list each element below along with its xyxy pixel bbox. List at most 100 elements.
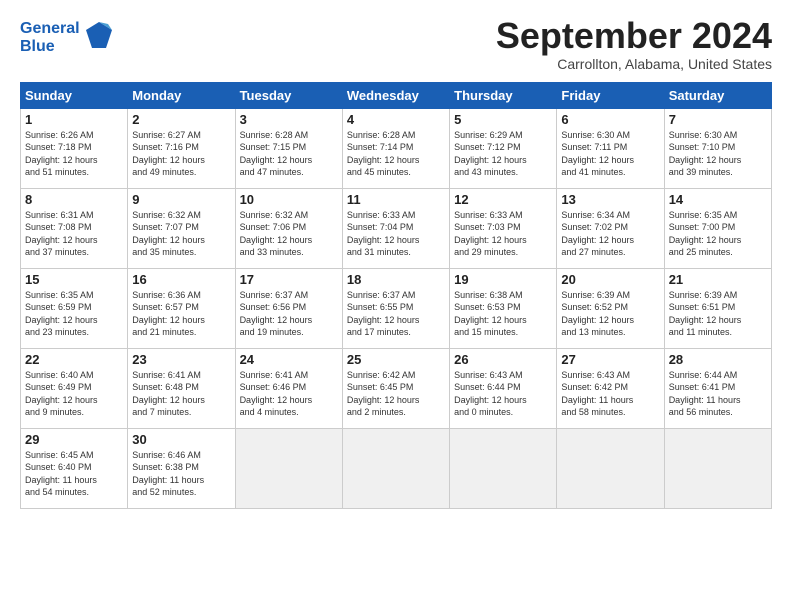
day-info: Sunrise: 6:27 AM Sunset: 7:16 PM Dayligh… [132, 129, 230, 179]
day-info: Sunrise: 6:36 AM Sunset: 6:57 PM Dayligh… [132, 289, 230, 339]
calendar-cell: 22 Sunrise: 6:40 AM Sunset: 6:49 PM Dayli… [21, 348, 128, 428]
calendar-cell: 17 Sunrise: 6:37 AM Sunset: 6:56 PM Dayli… [235, 268, 342, 348]
day-number: 2 [132, 112, 230, 127]
day-number: 24 [240, 352, 338, 367]
day-info: Sunrise: 6:39 AM Sunset: 6:51 PM Dayligh… [669, 289, 767, 339]
month-title: September 2024 [496, 16, 772, 56]
location: Carrollton, Alabama, United States [496, 56, 772, 72]
calendar-table: SundayMondayTuesdayWednesdayThursdayFrid… [20, 82, 772, 509]
calendar-cell: 24 Sunrise: 6:41 AM Sunset: 6:46 PM Dayli… [235, 348, 342, 428]
day-info: Sunrise: 6:35 AM Sunset: 6:59 PM Dayligh… [25, 289, 123, 339]
day-info: Sunrise: 6:40 AM Sunset: 6:49 PM Dayligh… [25, 369, 123, 419]
day-number: 18 [347, 272, 445, 287]
day-info: Sunrise: 6:31 AM Sunset: 7:08 PM Dayligh… [25, 209, 123, 259]
calendar-cell: 15 Sunrise: 6:35 AM Sunset: 6:59 PM Dayli… [21, 268, 128, 348]
weekday-header-wednesday: Wednesday [342, 82, 449, 108]
calendar-cell: 8 Sunrise: 6:31 AM Sunset: 7:08 PM Daylig… [21, 188, 128, 268]
calendar-cell: 26Sunrise: 6:43 AM Sunset: 6:44 PM Dayli… [450, 348, 557, 428]
day-number: 27 [561, 352, 659, 367]
weekday-header-monday: Monday [128, 82, 235, 108]
day-info: Sunrise: 6:46 AM Sunset: 6:38 PM Dayligh… [132, 449, 230, 499]
calendar-cell [664, 428, 771, 508]
logo-blue: Blue [20, 38, 80, 56]
day-number: 15 [25, 272, 123, 287]
day-info: Sunrise: 6:30 AM Sunset: 7:10 PM Dayligh… [669, 129, 767, 179]
day-info: Sunrise: 6:28 AM Sunset: 7:15 PM Dayligh… [240, 129, 338, 179]
calendar-cell [342, 428, 449, 508]
day-number: 7 [669, 112, 767, 127]
calendar-cell: 2 Sunrise: 6:27 AM Sunset: 7:16 PM Daylig… [128, 108, 235, 188]
calendar-cell: 20 Sunrise: 6:39 AM Sunset: 6:52 PM Dayli… [557, 268, 664, 348]
calendar-cell: 4Sunrise: 6:28 AM Sunset: 7:14 PM Daylig… [342, 108, 449, 188]
day-info: Sunrise: 6:30 AM Sunset: 7:11 PM Dayligh… [561, 129, 659, 179]
day-number: 9 [132, 192, 230, 207]
day-number: 16 [132, 272, 230, 287]
logo: General Blue [20, 20, 114, 57]
calendar-cell: 21 Sunrise: 6:39 AM Sunset: 6:51 PM Dayli… [664, 268, 771, 348]
day-info: Sunrise: 6:29 AM Sunset: 7:12 PM Dayligh… [454, 129, 552, 179]
day-number: 14 [669, 192, 767, 207]
weekday-header-tuesday: Tuesday [235, 82, 342, 108]
day-info: Sunrise: 6:33 AM Sunset: 7:03 PM Dayligh… [454, 209, 552, 259]
calendar-week-2: 15 Sunrise: 6:35 AM Sunset: 6:59 PM Dayli… [21, 268, 772, 348]
day-number: 21 [669, 272, 767, 287]
day-number: 19 [454, 272, 552, 287]
day-info: Sunrise: 6:39 AM Sunset: 6:52 PM Dayligh… [561, 289, 659, 339]
calendar-cell: 27 Sunrise: 6:43 AM Sunset: 6:42 PM Dayli… [557, 348, 664, 428]
calendar-cell: 5 Sunrise: 6:29 AM Sunset: 7:12 PM Daylig… [450, 108, 557, 188]
calendar-cell [450, 428, 557, 508]
calendar-cell: 13 Sunrise: 6:34 AM Sunset: 7:02 PM Dayli… [557, 188, 664, 268]
page-container: General Blue September 2024 Carrollton, … [0, 0, 792, 519]
day-number: 6 [561, 112, 659, 127]
calendar-week-4: 29 Sunrise: 6:45 AM Sunset: 6:40 PM Dayli… [21, 428, 772, 508]
calendar-cell: 28Sunrise: 6:44 AM Sunset: 6:41 PM Dayli… [664, 348, 771, 428]
day-info: Sunrise: 6:38 AM Sunset: 6:53 PM Dayligh… [454, 289, 552, 339]
weekday-header-row: SundayMondayTuesdayWednesdayThursdayFrid… [21, 82, 772, 108]
day-info: Sunrise: 6:34 AM Sunset: 7:02 PM Dayligh… [561, 209, 659, 259]
day-number: 20 [561, 272, 659, 287]
weekday-header-friday: Friday [557, 82, 664, 108]
calendar-cell: 25 Sunrise: 6:42 AM Sunset: 6:45 PM Dayli… [342, 348, 449, 428]
day-number: 10 [240, 192, 338, 207]
day-number: 23 [132, 352, 230, 367]
calendar-week-1: 8 Sunrise: 6:31 AM Sunset: 7:08 PM Daylig… [21, 188, 772, 268]
weekday-header-saturday: Saturday [664, 82, 771, 108]
day-number: 22 [25, 352, 123, 367]
day-info: Sunrise: 6:32 AM Sunset: 7:07 PM Dayligh… [132, 209, 230, 259]
logo-icon [84, 20, 114, 55]
day-number: 1 [25, 112, 123, 127]
day-info: Sunrise: 6:43 AM Sunset: 6:44 PM Dayligh… [454, 369, 552, 419]
day-info: Sunrise: 6:43 AM Sunset: 6:42 PM Dayligh… [561, 369, 659, 419]
logo-general: General [20, 20, 80, 38]
calendar-week-0: 1Sunrise: 6:26 AM Sunset: 7:18 PM Daylig… [21, 108, 772, 188]
day-info: Sunrise: 6:45 AM Sunset: 6:40 PM Dayligh… [25, 449, 123, 499]
day-number: 29 [25, 432, 123, 447]
calendar-cell: 29 Sunrise: 6:45 AM Sunset: 6:40 PM Dayli… [21, 428, 128, 508]
calendar-cell: 16 Sunrise: 6:36 AM Sunset: 6:57 PM Dayli… [128, 268, 235, 348]
day-number: 8 [25, 192, 123, 207]
calendar-week-3: 22 Sunrise: 6:40 AM Sunset: 6:49 PM Dayli… [21, 348, 772, 428]
day-info: Sunrise: 6:41 AM Sunset: 6:46 PM Dayligh… [240, 369, 338, 419]
title-block: September 2024 Carrollton, Alabama, Unit… [496, 16, 772, 72]
calendar-cell [235, 428, 342, 508]
calendar-cell: 14Sunrise: 6:35 AM Sunset: 7:00 PM Dayli… [664, 188, 771, 268]
header: General Blue September 2024 Carrollton, … [20, 16, 772, 72]
day-info: Sunrise: 6:32 AM Sunset: 7:06 PM Dayligh… [240, 209, 338, 259]
calendar-cell: 1Sunrise: 6:26 AM Sunset: 7:18 PM Daylig… [21, 108, 128, 188]
day-number: 13 [561, 192, 659, 207]
day-info: Sunrise: 6:37 AM Sunset: 6:55 PM Dayligh… [347, 289, 445, 339]
day-info: Sunrise: 6:28 AM Sunset: 7:14 PM Dayligh… [347, 129, 445, 179]
calendar-cell: 12 Sunrise: 6:33 AM Sunset: 7:03 PM Dayli… [450, 188, 557, 268]
day-number: 5 [454, 112, 552, 127]
day-number: 11 [347, 192, 445, 207]
day-info: Sunrise: 6:37 AM Sunset: 6:56 PM Dayligh… [240, 289, 338, 339]
weekday-header-thursday: Thursday [450, 82, 557, 108]
calendar-cell: 10 Sunrise: 6:32 AM Sunset: 7:06 PM Dayli… [235, 188, 342, 268]
day-info: Sunrise: 6:42 AM Sunset: 6:45 PM Dayligh… [347, 369, 445, 419]
calendar-cell: 9 Sunrise: 6:32 AM Sunset: 7:07 PM Daylig… [128, 188, 235, 268]
day-info: Sunrise: 6:44 AM Sunset: 6:41 PM Dayligh… [669, 369, 767, 419]
day-info: Sunrise: 6:41 AM Sunset: 6:48 PM Dayligh… [132, 369, 230, 419]
day-number: 12 [454, 192, 552, 207]
day-number: 17 [240, 272, 338, 287]
day-number: 25 [347, 352, 445, 367]
